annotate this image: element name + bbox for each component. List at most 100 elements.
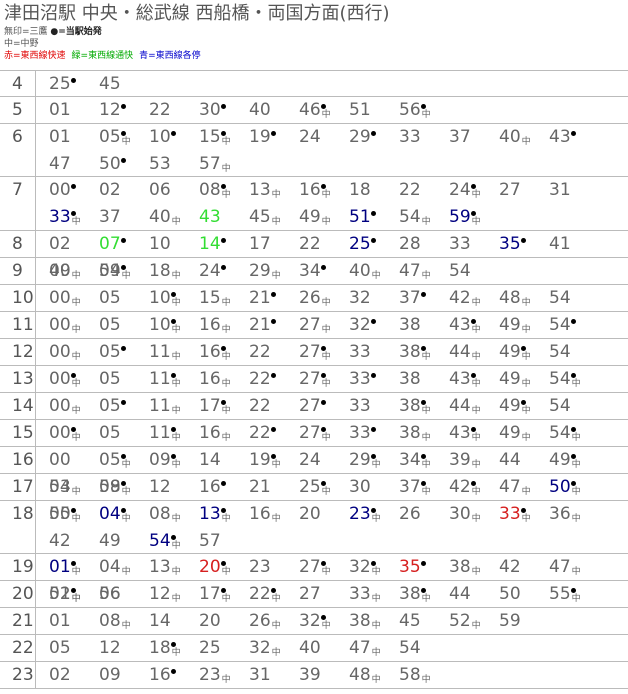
nakano-mark: 中 [221,190,231,200]
departure-minute: 54 [149,530,171,551]
origin-dot-icon [171,292,176,297]
nakano-mark: 中 [71,433,81,443]
departure-minute: 13 [249,180,271,200]
departure-list: 00中 05 11中 17中 22 27 33 38中 44中 49中 54 [36,393,628,419]
departure-time: 13中 [199,501,249,528]
departure-minute: 08 [199,180,221,200]
nakano-mark: 中 [471,190,481,200]
origin-dot-icon [521,238,526,243]
departure-time: 42 [49,528,99,555]
departure-time: 00中 [49,420,99,447]
hour-row: 7 00 02 06 08中 13中 16中 18 22 24中 27 31 33中 37 40中 43 45中… [0,177,628,231]
hour-row: 12 00中 05 11中 16中 22 27中 33 38中 44中 49中 54 [0,339,628,366]
departure-minute: 25 [49,74,71,94]
hour-row: 14 00中 05 11中 17中 22 27 33 38中 44中 49中 54 [0,393,628,420]
departure-time: 22 [249,366,299,393]
timetable: 4 25 45 5 01 12 22 30 40 46中 51 56中 6 01 05中 10 15中 19 24 2… [0,70,628,689]
departure-time: 45 [399,608,449,635]
departure-minute: 59 [499,611,521,631]
departure-minute: 22 [249,396,271,416]
departure-time: 56中 [399,97,449,124]
departure-time: 54 [549,285,599,312]
departure-time: 38 [399,312,449,339]
departure-time: 16 [199,474,249,501]
departure-minute: 06 [99,584,121,604]
origin-dot-icon [371,454,376,459]
departure-time: 55中 [549,581,599,608]
departure-time: 00 [49,177,99,204]
departure-time: 16中 [199,366,249,393]
origin-dot-icon [471,373,476,378]
departure-time: 47中 [349,635,399,662]
departure-time: 43 [549,124,599,151]
nakano-mark: 中 [171,514,181,524]
departure-time: 27 [299,581,349,608]
departure-time: 54中 [549,420,599,447]
nakano-mark: 中 [71,406,81,416]
origin-dot-icon [321,346,326,351]
departure-minute: 33 [399,127,421,147]
departure-time: 40中 [349,258,399,285]
departure-time: 16 [149,662,199,689]
departure-minute: 57 [199,530,221,551]
origin-dot-icon [171,319,176,324]
departure-time: 10 [149,124,199,151]
departure-time: 37 [449,124,499,151]
departure-time: 42中 [449,285,499,312]
departure-minute: 11 [149,342,171,362]
departure-minute: 47 [349,638,371,658]
origin-dot-icon [321,265,326,270]
origin-dot-icon [221,131,226,136]
departure-minute: 05 [99,369,121,389]
departure-time: 05 [99,393,149,420]
departure-minute: 58 [399,665,421,685]
nakano-mark: 中 [371,514,381,524]
origin-dot-icon [371,561,376,566]
departure-list: 01 05中 10 15中 19 24 29 33 37 40中 43 47 50 53 57中 [36,124,628,176]
departure-time: 25 [199,635,249,662]
origin-dot-icon [121,400,126,405]
origin-dot-icon [171,534,176,540]
departure-minute: 23 [349,504,371,524]
departure-time: 04中 [99,554,149,581]
nakano-mark: 中 [321,190,331,200]
departure-list: 00中 05 11中 16中 22 27中 33 38中 43中 49中 54中 [36,420,628,446]
departure-time: 01 [49,608,99,635]
departure-list: 00中 05 11中 16中 22 27中 33 38中 44中 49中 54 [36,339,628,365]
departure-minute: 25 [299,477,321,497]
origin-dot-icon [71,210,76,216]
nakano-mark: 中 [271,621,281,631]
departure-minute: 20 [299,504,321,524]
departure-list: 02 09 16 23中 31 39 48中 58中 [36,662,628,688]
departure-time: 42 [499,554,549,581]
departure-minute: 16 [299,180,321,200]
origin-dot-icon [321,373,326,378]
origin-dot-icon [371,319,376,324]
departure-minute: 31 [549,180,571,200]
origin-dot-icon [171,373,176,378]
departure-time: 49中 [499,393,549,420]
nakano-mark: 中 [171,216,181,227]
departure-time: 39 [299,662,349,689]
departure-minute: 54 [399,206,421,227]
nakano-mark: 中 [221,675,231,685]
departure-minute: 50 [549,477,571,497]
nakano-mark: 中 [221,406,231,416]
departure-time: 51 [349,97,399,124]
origin-dot-icon [121,131,126,136]
nakano-mark: 中 [521,379,531,389]
departure-minute: 11 [149,369,171,389]
departure-minute: 13 [149,557,171,577]
departure-time: 49中 [499,312,549,339]
departure-time: 24 [299,447,349,474]
nakano-mark: 中 [321,567,331,577]
legend-tozai: 赤=東西線快速 緑=東西線通快 青=東西線各停 [4,50,624,62]
nakano-mark: 中 [371,648,381,658]
nakano-mark: 中 [171,594,181,604]
departure-minute: 31 [249,665,271,685]
origin-dot-icon [171,669,176,674]
hour-label: 14 [0,393,36,419]
departure-time: 05中 [99,447,149,474]
departure-minute: 38 [349,611,371,631]
origin-dot-icon [421,481,426,486]
